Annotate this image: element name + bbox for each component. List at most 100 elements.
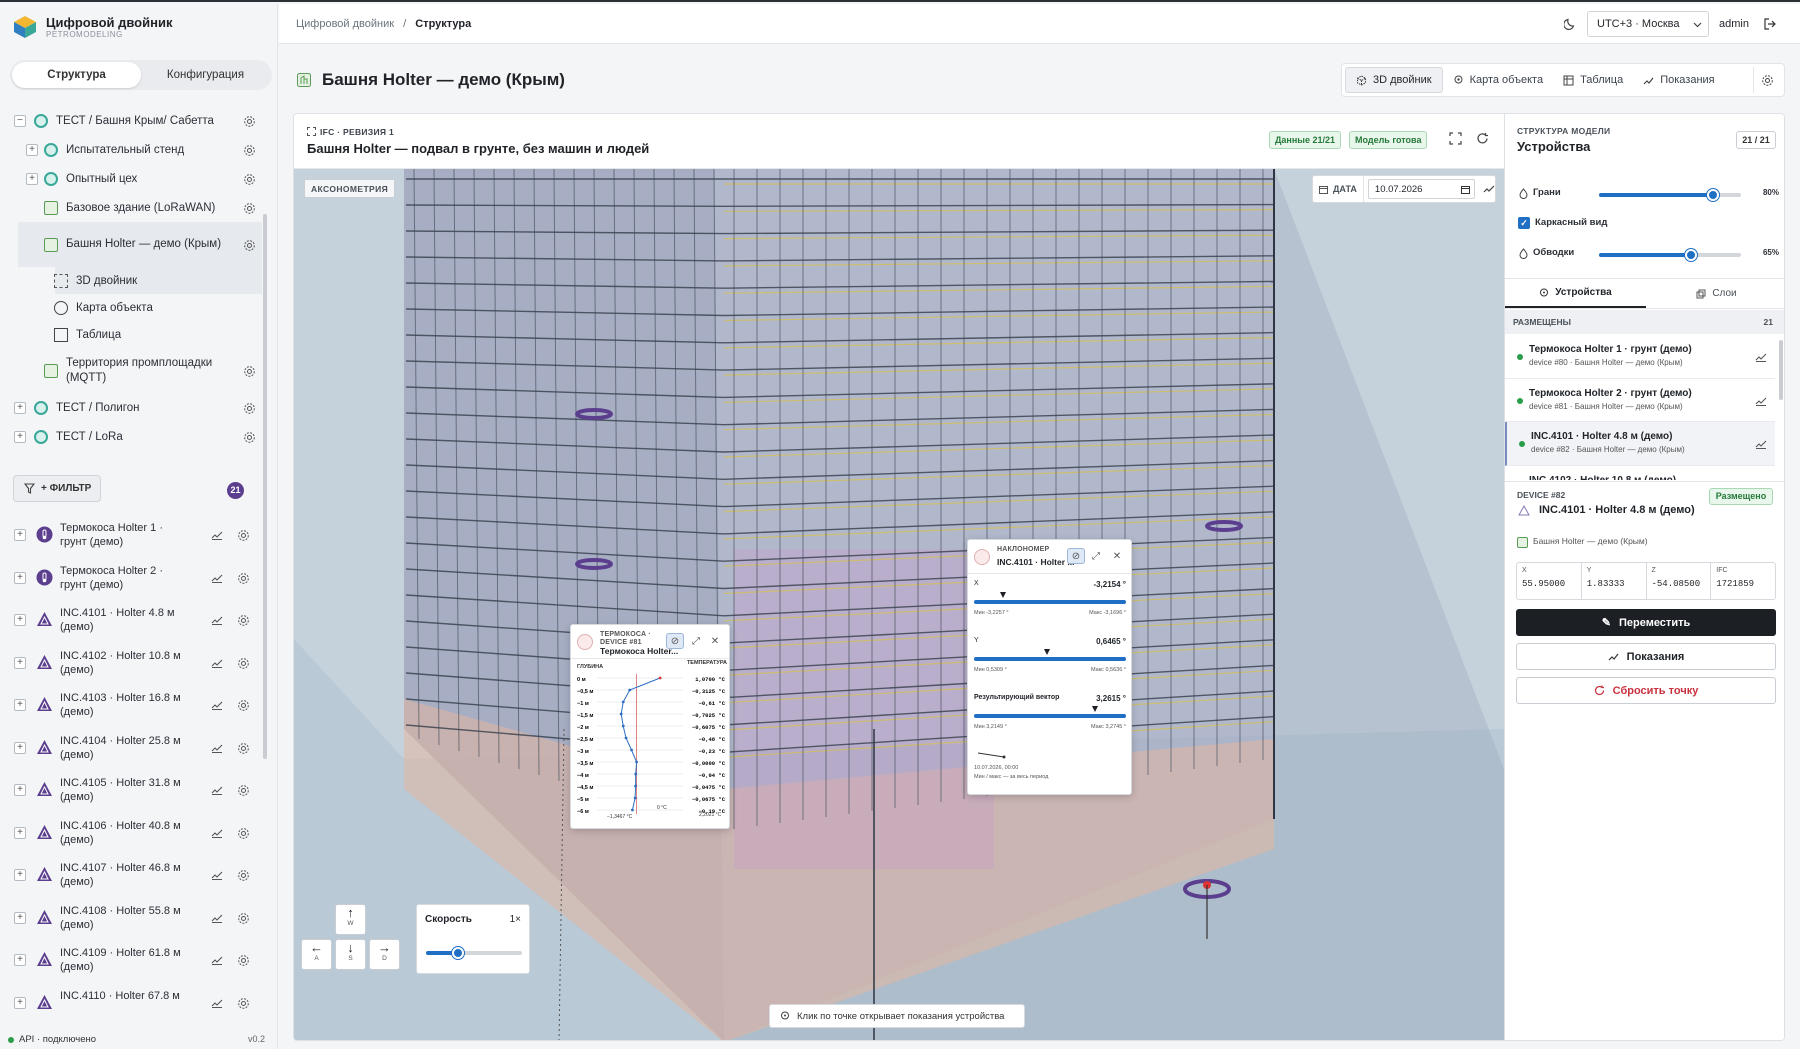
- device-row[interactable]: + Термокоса Holter 2 · грунт (демо): [0, 557, 262, 600]
- expand-icon[interactable]: +: [14, 699, 26, 711]
- gear-icon[interactable]: [243, 173, 256, 186]
- device-row[interactable]: + INC.4103 · Holter 16.8 м (демо): [0, 684, 262, 727]
- gear-icon[interactable]: [237, 699, 250, 715]
- expand-icon[interactable]: +: [14, 784, 26, 796]
- gear-icon[interactable]: [237, 784, 250, 800]
- tree-item[interactable]: − ТЕСТ / Башня Крым/ Сабетта: [0, 106, 262, 135]
- wireframe-toggle[interactable]: ✓ Каркасный вид: [1517, 214, 1779, 234]
- device-row[interactable]: + INC.4104 · Holter 25.8 м (демо): [0, 727, 262, 770]
- gear-icon[interactable]: [243, 239, 256, 252]
- gear-icon[interactable]: [243, 402, 256, 415]
- trend-icon[interactable]: [211, 658, 223, 671]
- trend-icon[interactable]: [1755, 395, 1767, 409]
- trend-icon[interactable]: [211, 700, 223, 713]
- move-button[interactable]: ✎ Переместить: [1516, 609, 1776, 636]
- trend-icon[interactable]: [211, 573, 223, 586]
- gear-icon[interactable]: [237, 742, 250, 758]
- expand-icon[interactable]: +: [14, 430, 26, 443]
- device-row[interactable]: + INC.4106 · Holter 40.8 м (демо): [0, 812, 262, 855]
- nav-forward-key[interactable]: ↑ W: [335, 904, 366, 935]
- sidebar-scrollbar[interactable]: [263, 214, 267, 759]
- gear-icon[interactable]: [243, 144, 256, 157]
- tree-item[interactable]: Территория промплощадки (MQTT): [0, 348, 262, 393]
- expand-icon[interactable]: +: [14, 614, 26, 626]
- gear-icon[interactable]: [237, 614, 250, 630]
- placed-device-item[interactable]: Термокоса Holter 1 · грунт (демо) device …: [1505, 335, 1775, 379]
- gear-icon[interactable]: [237, 657, 250, 673]
- tree-item[interactable]: 3D двойник: [54, 267, 262, 294]
- tree-item[interactable]: + ТЕСТ / Полигон: [0, 393, 262, 422]
- trend-icon[interactable]: [211, 785, 223, 798]
- trend-icon[interactable]: [211, 615, 223, 628]
- tree-item[interactable]: + Опытный цех: [0, 164, 262, 193]
- device-row[interactable]: + INC.4102 · Holter 10.8 м (демо): [0, 642, 262, 685]
- gear-icon[interactable]: [243, 431, 256, 444]
- trend-icon[interactable]: [211, 998, 223, 1010]
- filter-button[interactable]: + ФИЛЬТР: [13, 475, 101, 502]
- expand-icon[interactable]: +: [14, 869, 26, 881]
- expand-icon[interactable]: +: [26, 172, 38, 185]
- device-row[interactable]: + INC.4107 · Holter 46.8 м (демо): [0, 854, 262, 897]
- faces-slider-knob[interactable]: [1706, 189, 1719, 201]
- device-row[interactable]: + INC.4105 · Holter 31.8 м (демо): [0, 769, 262, 812]
- tree-item[interactable]: Базовое здание (LoRaWAN): [0, 193, 262, 222]
- device-row[interactable]: + INC.4108 · Holter 55.8 м (демо): [0, 897, 262, 940]
- speed-slider-knob[interactable]: [452, 947, 464, 959]
- close-button[interactable]: ✕: [1108, 548, 1126, 564]
- view-table[interactable]: Таблица: [1553, 67, 1633, 93]
- trend-icon[interactable]: [1755, 438, 1767, 452]
- close-button[interactable]: ✕: [706, 633, 724, 649]
- gear-icon[interactable]: [243, 202, 256, 215]
- device-row[interactable]: + INC.4109 · Holter 61.8 м (демо): [0, 939, 262, 982]
- view-settings-button[interactable]: [1753, 67, 1781, 93]
- reset-point-button[interactable]: Сбросить точку: [1516, 677, 1776, 704]
- expand-icon[interactable]: +: [14, 571, 26, 584]
- nav-left-key[interactable]: ← A: [301, 939, 332, 970]
- moon-icon[interactable]: [1564, 17, 1577, 30]
- user-name[interactable]: admin: [1719, 18, 1749, 30]
- tab-structure[interactable]: Структура: [12, 62, 141, 88]
- trend-icon[interactable]: [211, 743, 223, 756]
- trend-icon[interactable]: [211, 870, 223, 883]
- breadcrumb-root[interactable]: Цифровой двойник: [296, 18, 394, 30]
- device-row[interactable]: + INC.4110 · Holter 67.8 м: [0, 982, 262, 1010]
- trend-icon[interactable]: [1755, 351, 1767, 365]
- speed-slider[interactable]: [426, 947, 522, 959]
- gear-icon[interactable]: [243, 115, 256, 128]
- tree-item[interactable]: Таблица: [0, 321, 262, 348]
- trend-icon[interactable]: [211, 955, 223, 968]
- view-object-map[interactable]: Карта объекта: [1443, 67, 1554, 93]
- expand-icon[interactable]: +: [14, 656, 26, 669]
- device-list-scrollbar[interactable]: [1779, 340, 1783, 400]
- tab-devices[interactable]: Устройства: [1505, 279, 1646, 308]
- expand-button[interactable]: ⤢: [1087, 548, 1105, 564]
- pin-button[interactable]: ⊘: [666, 633, 684, 649]
- trend-icon[interactable]: [211, 530, 223, 543]
- pin-button[interactable]: ⊘: [1067, 548, 1085, 564]
- gear-icon[interactable]: [237, 869, 250, 885]
- chart-icon[interactable]: [1483, 183, 1495, 195]
- gear-icon[interactable]: [243, 365, 256, 378]
- expand-icon[interactable]: +: [26, 143, 38, 156]
- expand-icon[interactable]: +: [14, 529, 26, 541]
- expand-icon[interactable]: +: [14, 741, 26, 754]
- logout-icon[interactable]: [1763, 17, 1777, 31]
- tree-item[interactable]: + ТЕСТ / LoRa: [0, 422, 262, 451]
- checkbox-checked-icon[interactable]: ✓: [1518, 217, 1530, 229]
- placed-device-item[interactable]: INC.4102 · Holter 10.8 м (демо)device #8…: [1505, 466, 1775, 481]
- tab-layers[interactable]: Слои: [1646, 279, 1784, 308]
- gear-icon[interactable]: [237, 827, 250, 843]
- gear-icon[interactable]: [237, 997, 250, 1010]
- logo[interactable]: Цифровой двойник PETROMODELING: [12, 14, 172, 40]
- fullscreen-icon[interactable]: [1449, 132, 1462, 145]
- device-row[interactable]: + INC.4101 · Holter 4.8 м (демо): [0, 599, 262, 642]
- edges-slider[interactable]: [1599, 249, 1741, 261]
- expand-icon[interactable]: +: [14, 826, 26, 839]
- nav-right-key[interactable]: → D: [369, 939, 400, 970]
- gear-icon[interactable]: [237, 954, 250, 970]
- 3d-viewport[interactable]: АКСОНОМЕТРИЯ ДАТА 10.07.2026 ТЕРМОКОСА ·…: [294, 169, 1504, 1040]
- tree-item[interactable]: Карта объекта: [0, 294, 262, 321]
- edges-slider-knob[interactable]: [1685, 249, 1698, 261]
- trend-icon[interactable]: [211, 828, 223, 841]
- placed-device-item[interactable]: Термокоса Holter 2 · грунт (демо) device …: [1505, 379, 1775, 422]
